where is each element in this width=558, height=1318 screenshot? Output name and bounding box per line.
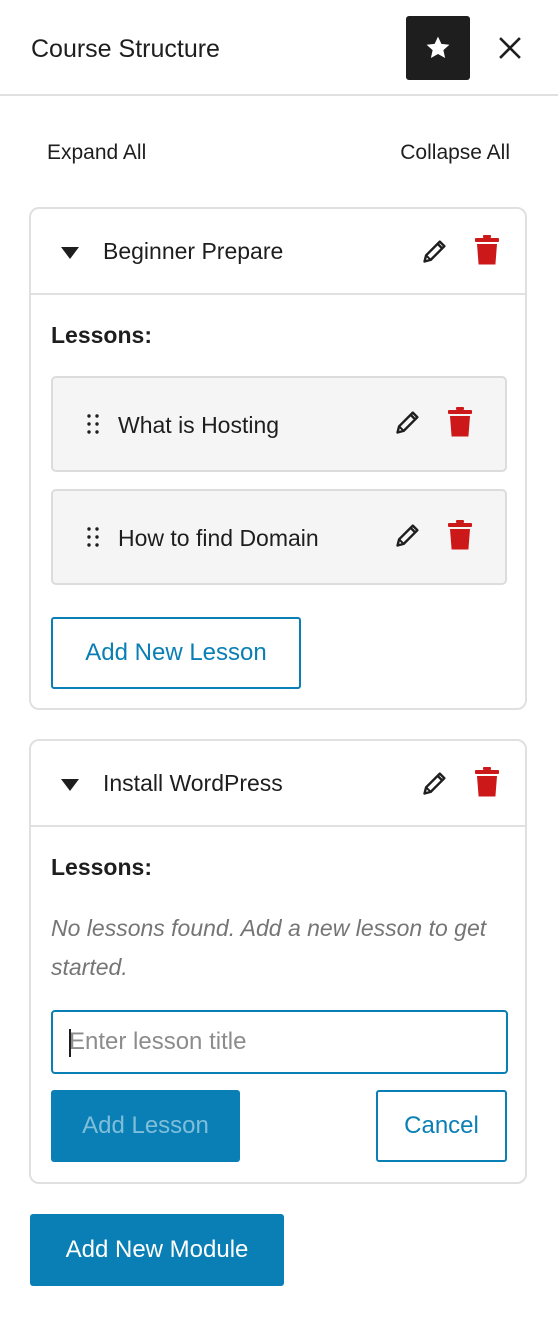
trash-icon (475, 767, 499, 797)
lesson-title: How to find Domain (118, 525, 319, 551)
text-cursor (69, 1029, 71, 1057)
pencil-icon (423, 772, 446, 795)
star-icon (426, 36, 450, 59)
empty-lessons-message: No lessons found. Add a new lesson to ge… (51, 915, 487, 980)
expand-all-button[interactable]: Expand All (47, 140, 146, 166)
panel-title: Course Structure (31, 35, 220, 63)
lesson-title-input[interactable] (51, 1010, 508, 1074)
add-lesson-button[interactable]: Add Lesson (51, 1090, 240, 1162)
lessons-label: Lessons: (51, 322, 152, 348)
edit-module-button[interactable] (420, 236, 450, 266)
edit-module-button[interactable] (420, 768, 450, 798)
delete-lesson-button[interactable] (445, 405, 475, 439)
trash-icon (448, 407, 472, 437)
add-new-module-button[interactable]: Add New Module (30, 1214, 284, 1286)
module-card: Beginner Prepare Lessons: What is Hostin… (29, 207, 527, 710)
panel-header: Course Structure (0, 0, 558, 96)
collapse-caret-icon[interactable] (61, 247, 79, 259)
lessons-label: Lessons: (51, 854, 152, 880)
pencil-icon (396, 411, 419, 434)
module-header[interactable]: Install WordPress (31, 741, 525, 827)
delete-lesson-button[interactable] (445, 518, 475, 552)
trash-icon (475, 235, 499, 265)
lesson-item[interactable]: What is Hosting (51, 376, 507, 472)
drag-handle-icon[interactable] (86, 526, 100, 548)
collapse-caret-icon[interactable] (61, 779, 79, 791)
cancel-button[interactable]: Cancel (376, 1090, 507, 1162)
module-card: Install WordPress Lessons: No lessons fo… (29, 739, 527, 1184)
pencil-icon (423, 240, 446, 263)
delete-module-button[interactable] (472, 233, 502, 267)
close-icon (499, 37, 521, 59)
pencil-icon (396, 524, 419, 547)
collapse-all-button[interactable]: Collapse All (400, 140, 510, 166)
edit-lesson-button[interactable] (393, 520, 423, 550)
add-new-lesson-button[interactable]: Add New Lesson (51, 617, 301, 689)
edit-lesson-button[interactable] (393, 407, 423, 437)
lesson-item[interactable]: How to find Domain (51, 489, 507, 585)
drag-handle-icon[interactable] (86, 413, 100, 435)
star-button[interactable] (406, 16, 470, 80)
module-header[interactable]: Beginner Prepare (31, 209, 525, 295)
close-button[interactable] (492, 30, 528, 66)
trash-icon (448, 520, 472, 550)
module-title: Install WordPress (103, 770, 283, 796)
delete-module-button[interactable] (472, 765, 502, 799)
lesson-title: What is Hosting (118, 412, 280, 438)
module-title: Beginner Prepare (103, 238, 284, 264)
